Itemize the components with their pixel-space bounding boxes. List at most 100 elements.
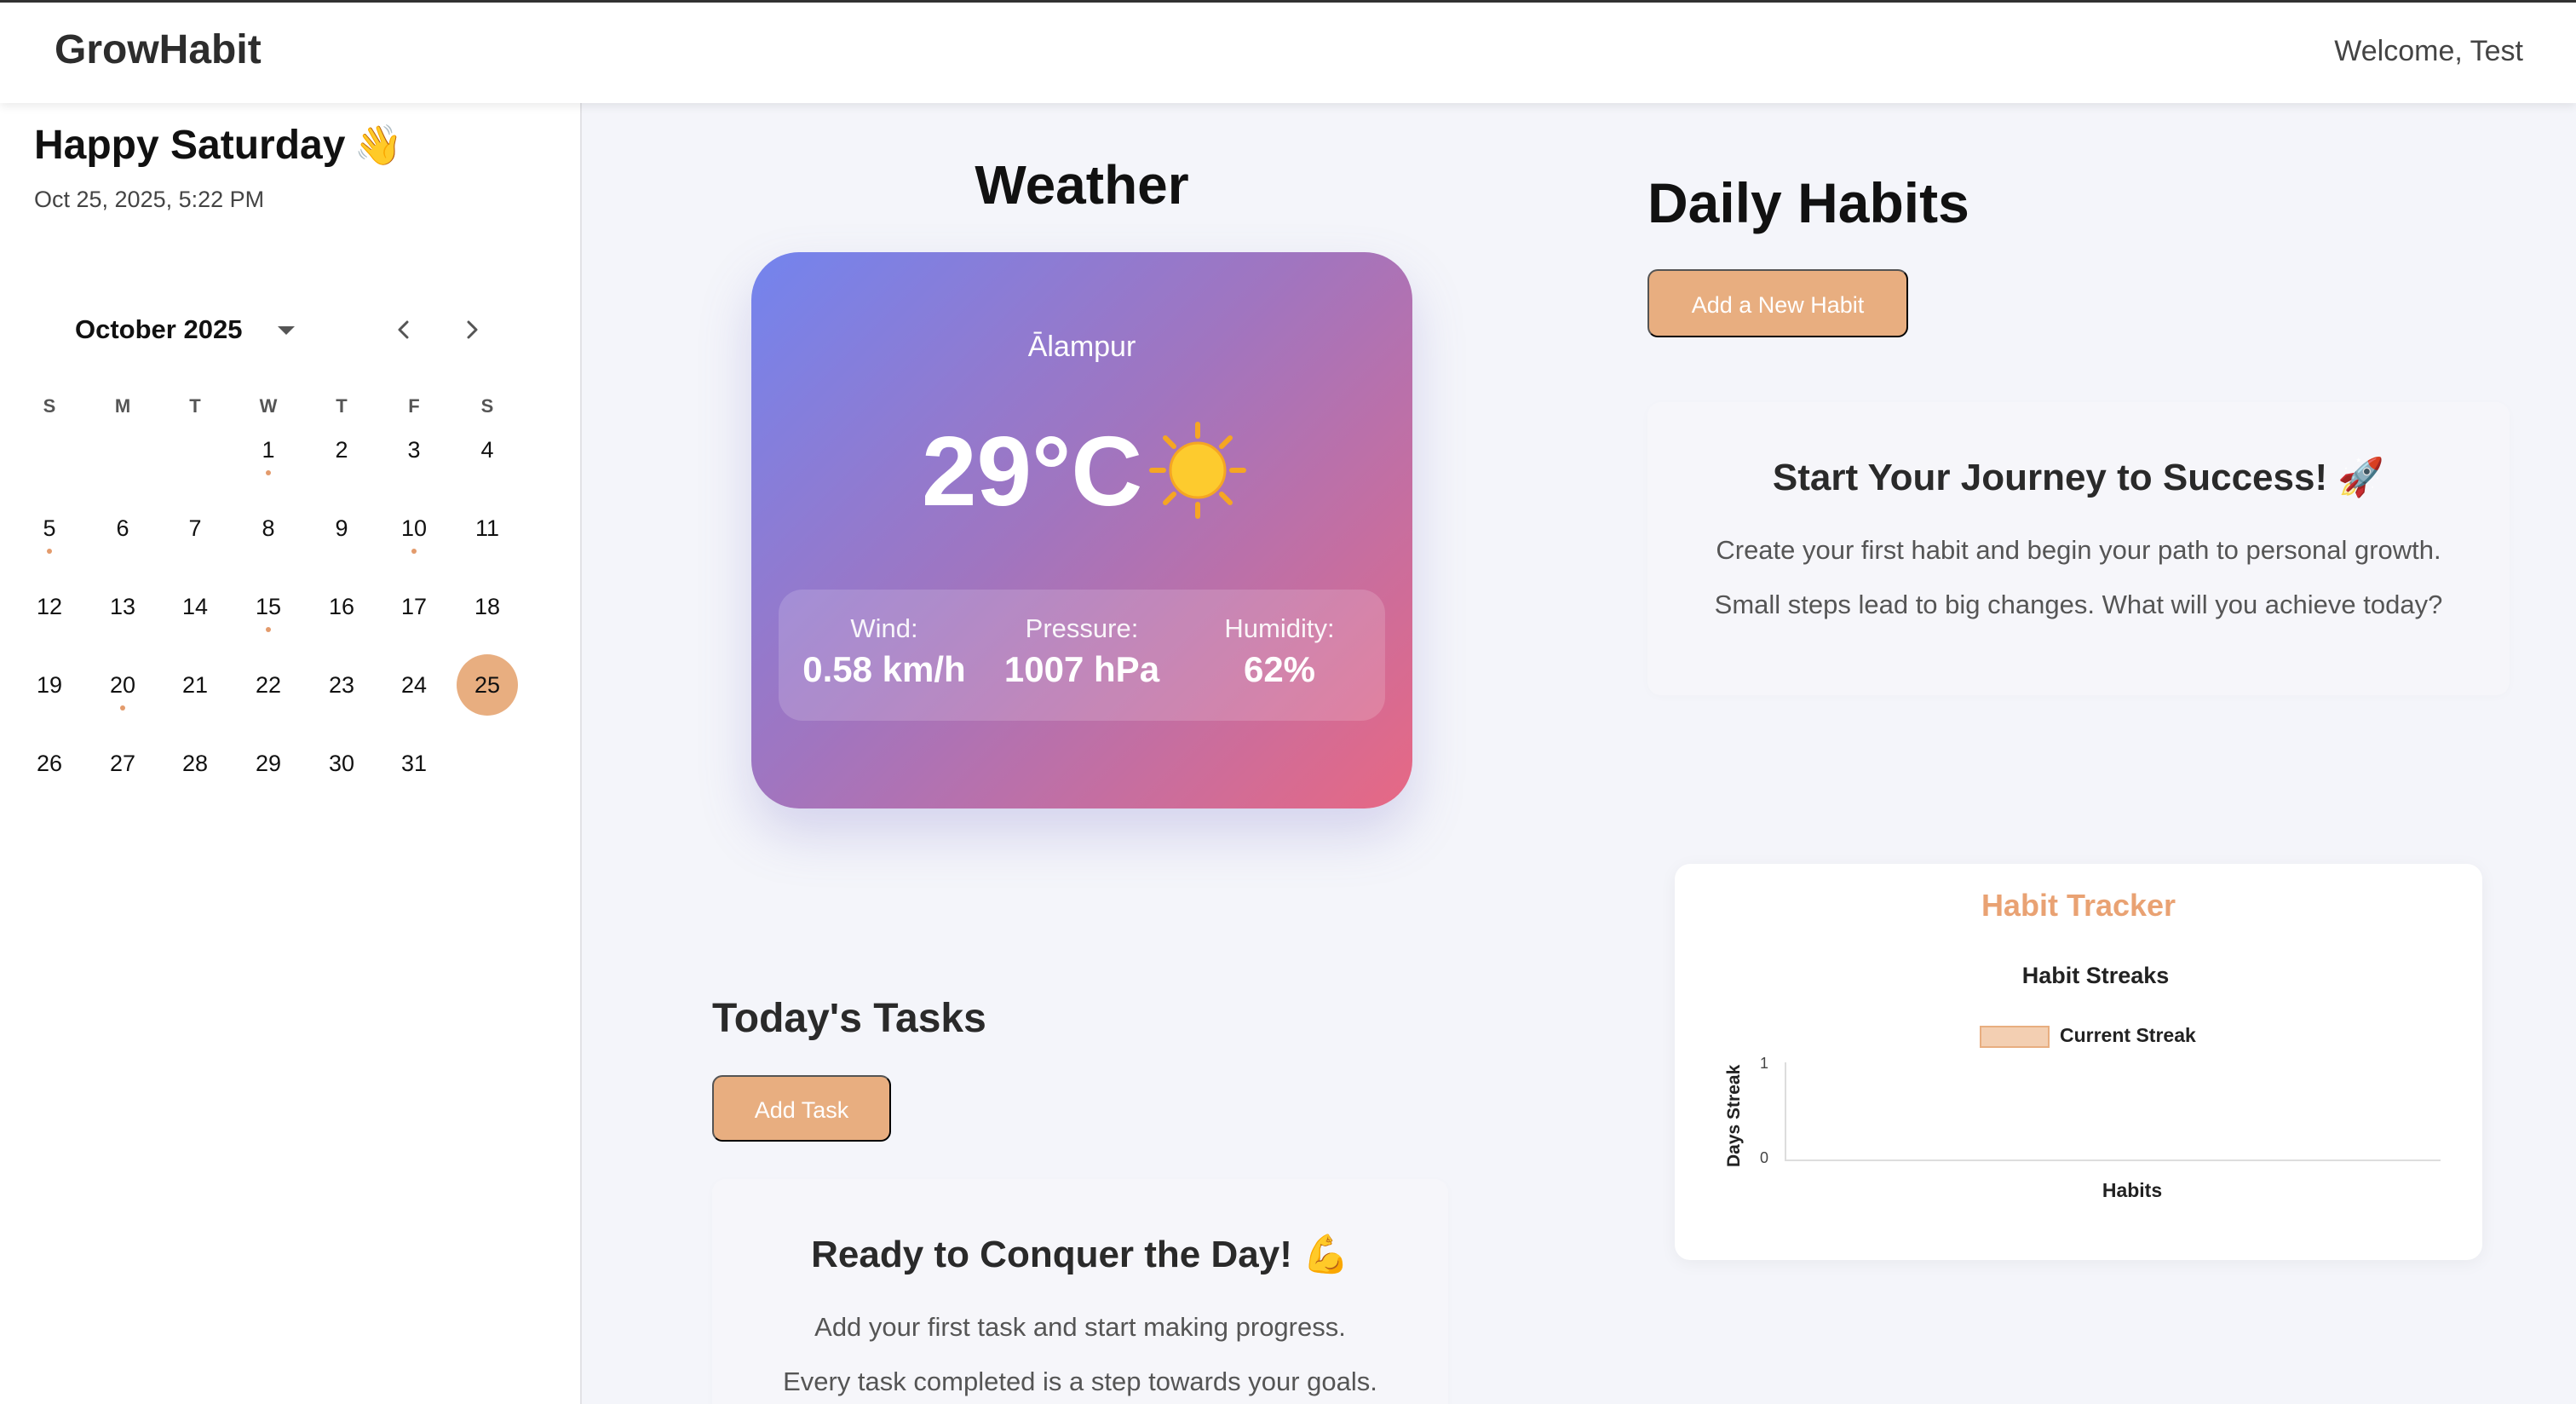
calendar-day[interactable]: 14 [164, 576, 226, 637]
chevron-right-icon [467, 320, 478, 339]
calendar-day-number: 4 [480, 437, 494, 463]
calendar-day[interactable]: 1 [238, 419, 299, 480]
brand-logo-text[interactable]: GrowHabit [55, 26, 262, 73]
weekday-header: S [43, 395, 56, 417]
calendar-day-number: 27 [109, 751, 136, 776]
y-tick-label: 1 [1760, 1055, 1769, 1072]
calendar-day-number: 24 [400, 672, 428, 698]
tasks-empty-state: Ready to Conquer the Day! 💪 Add your fir… [712, 1179, 1448, 1404]
calendar-day[interactable]: 16 [311, 576, 372, 637]
calendar-day[interactable]: 8 [238, 498, 299, 559]
event-dot-indicator [47, 549, 52, 554]
calendar-day[interactable]: 9 [311, 498, 372, 559]
calendar-day-number: 12 [36, 594, 63, 619]
habits-empty-state: Start Your Journey to Success! 🚀 Create … [1647, 402, 2510, 695]
calendar-day-number: 16 [328, 594, 355, 619]
calendar-day[interactable]: 21 [164, 654, 226, 716]
weekday-header: S [480, 395, 494, 417]
calendar-day-number: 22 [255, 672, 282, 698]
habits-empty-heading: Start Your Journey to Success! 🚀 [1772, 457, 2385, 498]
event-dot-indicator [266, 470, 271, 475]
calendar-day-number: 6 [116, 515, 129, 541]
calendar-day[interactable]: 29 [238, 733, 299, 794]
calendar-day[interactable]: 28 [164, 733, 226, 794]
calendar-day[interactable]: 12 [19, 576, 80, 637]
calendar-day-number: 19 [36, 672, 63, 698]
calendar-day-number: 3 [407, 437, 421, 463]
calendar-day[interactable]: 6 [92, 498, 153, 559]
x-axis-label: Habits [2102, 1179, 2163, 1201]
calendar-day-number: 9 [335, 515, 348, 541]
tasks-empty-heading: Ready to Conquer the Day! 💪 [811, 1234, 1349, 1275]
add-habit-button[interactable]: Add a New Habit [1647, 269, 1908, 337]
calendar-day-number: 28 [181, 751, 209, 776]
calendar-day-number: 26 [36, 751, 63, 776]
weekday-header: F [408, 395, 420, 417]
calendar-day[interactable]: 19 [19, 654, 80, 716]
y-axis-label: Days Streak [1724, 1064, 1744, 1167]
wind-label: Wind: [850, 613, 918, 643]
sun-icon [1149, 422, 1246, 519]
calendar-day[interactable]: 3 [383, 419, 445, 480]
calendar-day[interactable]: 13 [92, 576, 153, 637]
calendar-day-number: 2 [335, 437, 348, 463]
weather-title: Weather [975, 154, 1189, 216]
calendar-day[interactable]: 10 [383, 498, 445, 559]
y-tick-label: 0 [1760, 1149, 1769, 1166]
calendar-day[interactable]: 2 [311, 419, 372, 480]
calendar-day[interactable]: 26 [19, 733, 80, 794]
calendar-day-number: 14 [181, 594, 209, 619]
calendar-month-label[interactable]: October 2025 [75, 314, 242, 345]
calendar-day[interactable]: 22 [238, 654, 299, 716]
legend-label[interactable]: Current Streak [2060, 1024, 2196, 1047]
calendar-day-number: 15 [255, 594, 282, 619]
chart-title: Habit Streaks [2021, 963, 2170, 988]
calendar-day-number: 21 [181, 672, 209, 698]
previous-month-button[interactable] [387, 313, 421, 347]
weather-temperature: 29°C [922, 416, 1143, 526]
calendar-day[interactable]: 23 [311, 654, 372, 716]
calendar-day-number: 18 [474, 594, 501, 619]
calendar-day-number: 1 [262, 437, 275, 463]
calendar-day-number: 11 [474, 515, 500, 541]
calendar-day[interactable]: 31 [383, 733, 445, 794]
calendar-day[interactable]: 17 [383, 576, 445, 637]
wind-stat: Wind: 0.58 km/h [782, 613, 986, 690]
navbar: GrowHabit Welcome, Test [0, 3, 2576, 103]
welcome-text: Welcome, Test [2334, 35, 2523, 67]
pressure-stat: Pressure: 1007 hPa [980, 613, 1184, 690]
weekday-header: T [336, 395, 348, 417]
humidity-stat: Humidity: 62% [1177, 613, 1382, 690]
legend-swatch[interactable] [1980, 1026, 2050, 1048]
add-task-button[interactable]: Add Task [712, 1075, 891, 1142]
next-month-button[interactable] [455, 313, 489, 347]
pressure-value: 1007 hPa [1003, 649, 1160, 689]
calendar-day[interactable]: 4 [457, 419, 518, 480]
calendar-day[interactable]: 15 [238, 576, 299, 637]
weekday-header: W [259, 395, 278, 417]
chevron-left-icon [398, 320, 409, 339]
calendar-day[interactable]: 27 [92, 733, 153, 794]
calendar-day[interactable]: 5 [19, 498, 80, 559]
calendar-day[interactable]: 24 [383, 654, 445, 716]
weather-stats-panel: Wind: 0.58 km/h Pressure: 1007 hPa Humid… [779, 590, 1385, 721]
calendar-day[interactable]: 30 [311, 733, 372, 794]
calendar-day[interactable]: 20 [92, 654, 153, 716]
calendar-day-number: 20 [109, 672, 136, 698]
month-dropdown-caret-icon[interactable] [278, 326, 295, 335]
waving-hand-icon: 👋 [354, 123, 403, 167]
calendar-day-number: 17 [400, 594, 428, 619]
weekday-header: T [189, 395, 201, 417]
y-axis-line [1785, 1062, 1786, 1161]
calendar-day[interactable]: 18 [457, 576, 518, 637]
sidebar: Happy Saturday 👋 Oct 25, 2025, 5:22 PM Oc… [0, 103, 582, 1404]
calendar-day-number: 5 [43, 515, 56, 541]
current-datetime: Oct 25, 2025, 5:22 PM [34, 187, 265, 212]
tasks-empty-line-1: Add your first task and start making pro… [814, 1312, 1346, 1342]
event-dot-indicator [411, 549, 417, 554]
weather-card: Ālampur 29°C Wind: 0.58 km/h Pressure: 1… [751, 252, 1412, 808]
calendar-day[interactable]: 7 [164, 498, 226, 559]
calendar-day-selected[interactable]: 25 [457, 654, 518, 716]
calendar-day[interactable]: 11 [457, 498, 518, 559]
calendar-day-number: 13 [109, 594, 136, 619]
